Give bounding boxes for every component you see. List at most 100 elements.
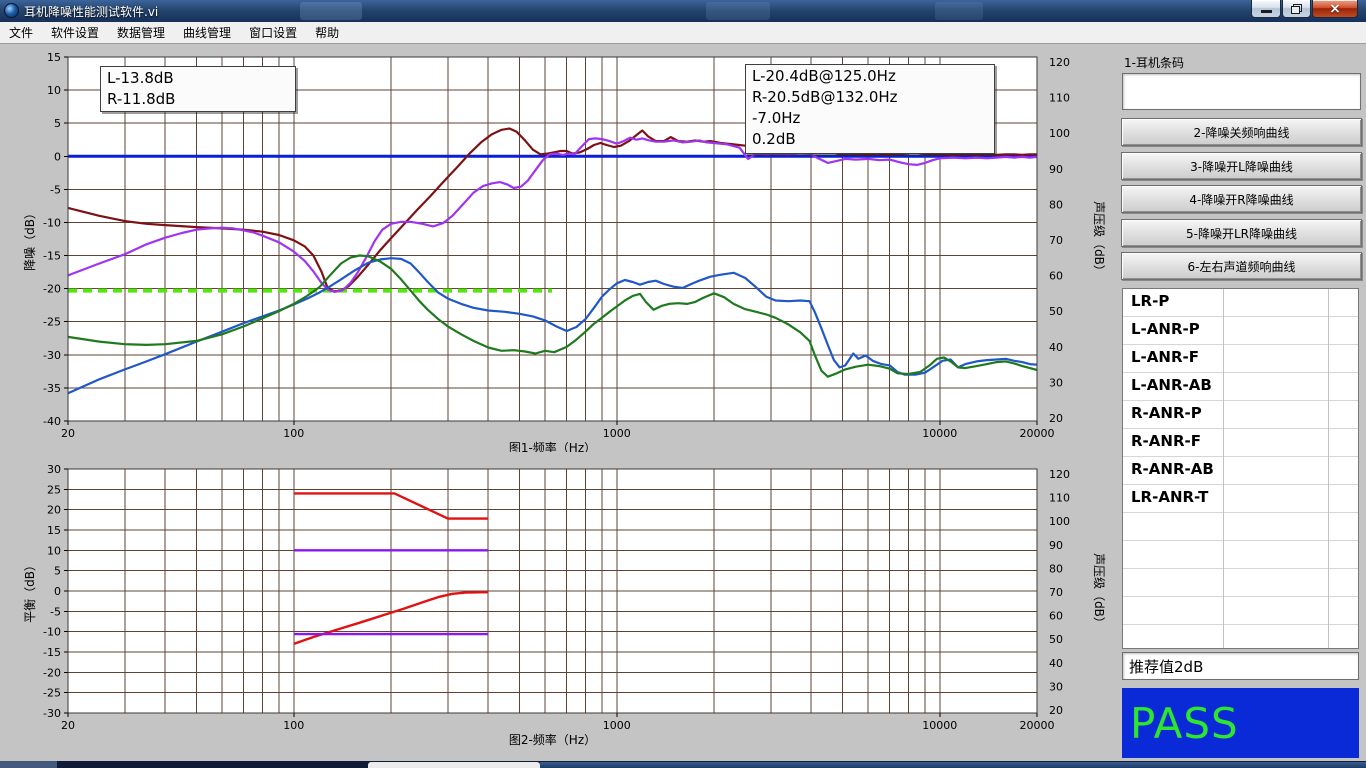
axis-tick-label: 5 (54, 117, 61, 130)
table-column-divider (1223, 289, 1224, 648)
axis-tick-label: 110 (1049, 92, 1070, 105)
cursor-line: -7.0Hz (752, 108, 988, 129)
axis-tick-label: 80 (1049, 562, 1063, 575)
axis-tick-label: -10 (43, 216, 61, 229)
aero-glass-highlight (300, 2, 362, 20)
curve-name: R-ANR-P (1131, 404, 1202, 422)
curve-name: LR-P (1131, 292, 1169, 310)
curve-list-row[interactable]: L-ANR-F (1123, 345, 1358, 373)
recommend-value-field[interactable]: 推荐值2dB (1122, 652, 1359, 680)
cursor-readout-right: L-20.4dB@125.0Hz R-20.5dB@132.0Hz -7.0Hz… (745, 64, 995, 154)
axis-tick-label: 120 (1049, 56, 1070, 69)
balance-graph[interactable]: 302520151050-5-10-15-20-25-3012011010090… (10, 456, 1114, 758)
axis-tick-label: -35 (43, 382, 61, 395)
axis-tick-label: 20 (1049, 412, 1063, 425)
axis-tick-label: 10000 (922, 719, 957, 732)
menu-software-settings[interactable]: 软件设置 (42, 23, 108, 43)
curve-list-row[interactable]: R-ANR-P (1123, 401, 1358, 429)
cursor-line: L-20.4dB@125.0Hz (752, 66, 988, 87)
axis-tick-label: 20000 (1020, 719, 1055, 732)
barcode-input[interactable] (1122, 73, 1361, 110)
axis-tick-label: -5 (50, 183, 61, 196)
axis-tick-label: -15 (43, 250, 61, 263)
axis-tick-label: 20 (61, 427, 75, 440)
button-anc-off-response[interactable]: 2-降噪关频响曲线 (1121, 118, 1362, 146)
x-axis-title: 图2-频率（Hz） (509, 732, 596, 747)
axis-tick-label: 30 (47, 463, 61, 476)
curve-list-row[interactable] (1123, 569, 1358, 597)
axis-tick-label: 20000 (1020, 427, 1055, 440)
axis-tick-label: 1000 (603, 719, 631, 732)
menu-curve-management[interactable]: 曲线管理 (174, 23, 240, 43)
pass-fail-indicator: PASS (1122, 688, 1359, 758)
table-column-divider (1328, 289, 1329, 648)
curve-name: R-ANR-AB (1131, 460, 1214, 478)
curve-list-row[interactable]: LR-P (1123, 289, 1358, 317)
restore-button[interactable] (1282, 0, 1311, 18)
curve-list-row[interactable]: R-ANR-F (1123, 429, 1358, 457)
curve-list-row[interactable] (1123, 597, 1358, 625)
close-button[interactable]: × (1312, 0, 1358, 18)
axis-tick-label: -15 (43, 646, 61, 659)
button-anc-on-right[interactable]: 4-降噪开R降噪曲线 (1121, 185, 1362, 213)
axis-tick-label: 20 (47, 504, 61, 517)
axis-tick-label: -30 (43, 707, 61, 720)
axis-tick-label: 90 (1049, 539, 1063, 552)
button-lr-channel-response[interactable]: 6-左右声道频响曲线 (1121, 252, 1362, 280)
axis-tick-label: 0 (54, 150, 61, 163)
menu-data-management[interactable]: 数据管理 (108, 23, 174, 43)
axis-tick-label: 100 (283, 719, 304, 732)
curve-list-row[interactable]: R-ANR-AB (1123, 457, 1358, 485)
curve-list-row[interactable] (1123, 541, 1358, 569)
axis-tick-label: 25 (47, 483, 61, 496)
axis-tick-label: 1000 (603, 427, 631, 440)
axis-tick-label: 100 (1049, 127, 1070, 140)
x-axis-title: 图1-频率（Hz） (509, 440, 596, 452)
axis-tick-label: 30 (1049, 376, 1063, 389)
axis-tick-label: -10 (43, 626, 61, 639)
axis-tick-label: 60 (1049, 610, 1063, 623)
axis-tick-label: -20 (43, 666, 61, 679)
aero-glass-highlight (706, 2, 770, 20)
curve-list-row[interactable] (1123, 625, 1358, 649)
axis-tick-label: 70 (1049, 586, 1063, 599)
axis-tick-label: -25 (43, 687, 61, 700)
axis-tick-label: 70 (1049, 234, 1063, 247)
curve-list-row[interactable]: LR-ANR-T (1123, 485, 1358, 513)
taskbar-app-button[interactable] (368, 762, 540, 768)
axis-tick-label: -5 (50, 605, 61, 618)
window-title: 耳机降噪性能测试软件.vi (24, 3, 158, 20)
axis-tick-label: 15 (47, 524, 61, 537)
axis-tick-label: 40 (1049, 657, 1063, 670)
axis-tick-label: -30 (43, 349, 61, 362)
button-anc-on-left[interactable]: 3-降噪开L降噪曲线 (1121, 152, 1362, 180)
axis-tick-label: 0 (54, 585, 61, 598)
menu-file[interactable]: 文件 (0, 23, 42, 43)
barcode-label: 1-耳机条码 (1124, 54, 1184, 71)
axis-tick-label: -20 (43, 283, 61, 296)
cursor-line: R-20.5dB@132.0Hz (752, 87, 988, 108)
minimize-button[interactable] (1251, 0, 1281, 18)
axis-tick-label: 50 (1049, 633, 1063, 646)
axis-tick-label: 90 (1049, 163, 1063, 176)
curve-list-row[interactable]: L-ANR-P (1123, 317, 1358, 345)
curve-name: R-ANR-F (1131, 432, 1201, 450)
title-bar: 耳机降噪性能测试软件.vi × (0, 0, 1366, 22)
menu-window-settings[interactable]: 窗口设置 (240, 23, 306, 43)
axis-tick-label: 50 (1049, 305, 1063, 318)
taskbar-edge[interactable] (0, 761, 1366, 768)
minimize-icon (1261, 10, 1272, 13)
curve-list-row[interactable]: L-ANR-AB (1123, 373, 1358, 401)
curve-name: L-ANR-P (1131, 320, 1200, 338)
axis-tick-label: 15 (47, 51, 61, 64)
cursor-readout-left: L-13.8dB R-11.8dB (100, 66, 296, 112)
axis-tick-label: 20 (1049, 704, 1063, 717)
button-anc-on-lr[interactable]: 5-降噪开LR降噪曲线 (1121, 219, 1362, 247)
axis-tick-label: 80 (1049, 198, 1063, 211)
curve-list-row[interactable] (1123, 513, 1358, 541)
right-axis-title: 声压级（dB） (1092, 201, 1106, 277)
menu-help[interactable]: 帮助 (306, 23, 348, 43)
pass-fail-text: PASS (1122, 699, 1239, 748)
axis-tick-label: 10000 (922, 427, 957, 440)
cursor-line: R-11.8dB (107, 89, 289, 110)
